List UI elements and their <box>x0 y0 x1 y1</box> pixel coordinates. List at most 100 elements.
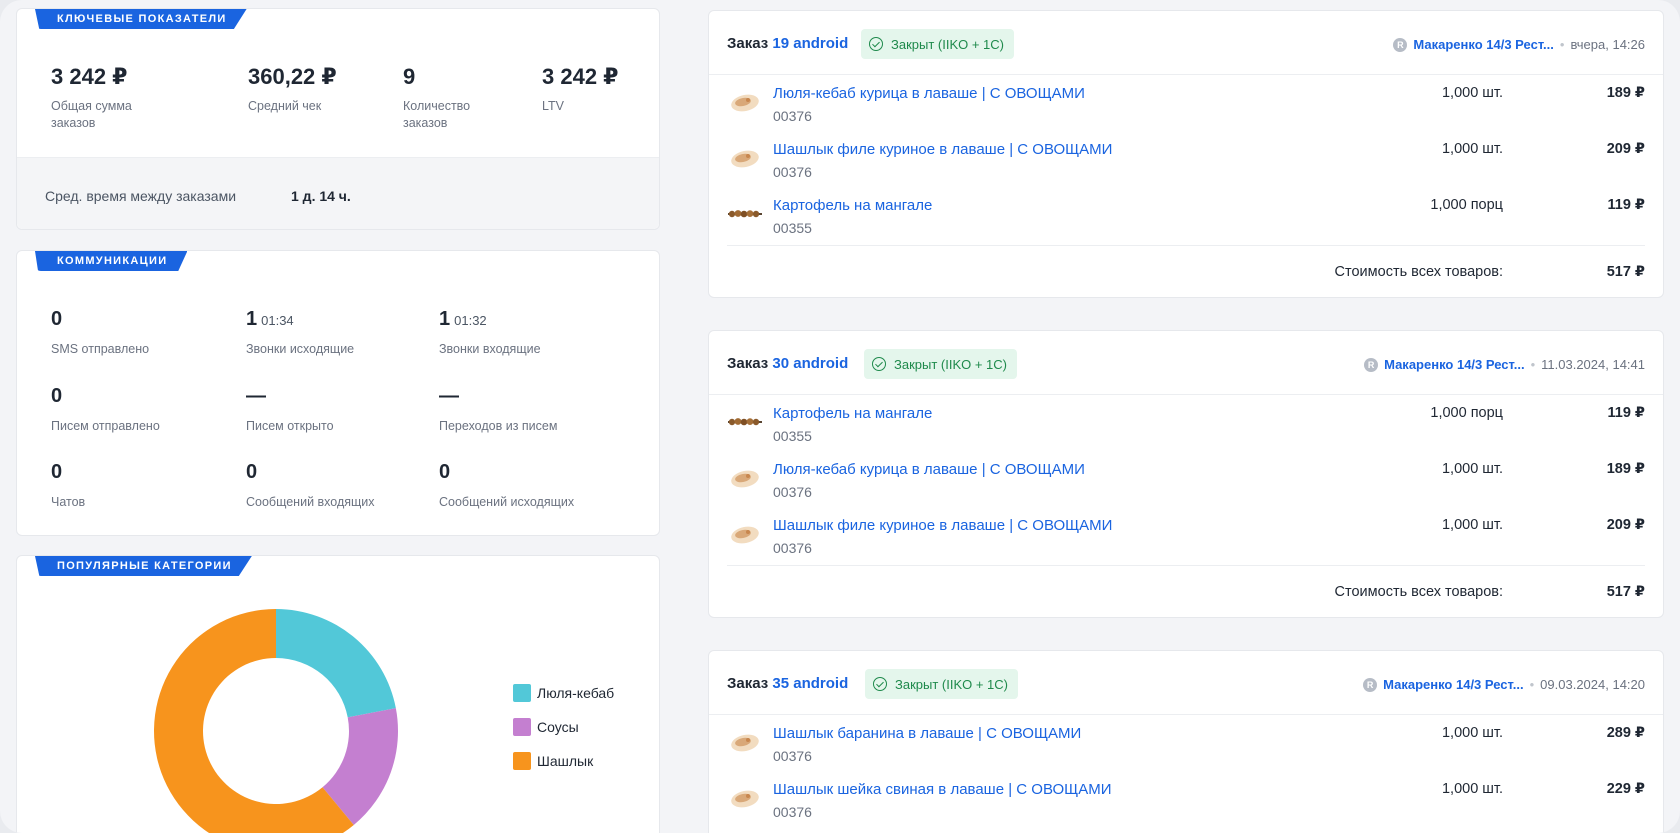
check-circle-icon <box>869 37 883 51</box>
comm-duration: 01:32 <box>454 313 487 328</box>
comm-main-value: 0 <box>51 385 63 407</box>
order-number-link[interactable]: 19 android <box>772 35 848 52</box>
order-card: Заказ 19 android Закрыт (IIKO + 1C) R Макар… <box>708 10 1664 298</box>
comm-value: — <box>246 385 334 409</box>
order-header: Заказ 19 android Закрыт (IIKO + 1C) R Макар… <box>709 11 1663 75</box>
comm-value: 1 01:34 <box>246 308 354 332</box>
kpi-label: Количество заказов <box>403 99 471 130</box>
comm-main-value: 0 <box>439 461 451 483</box>
restaurant-link[interactable]: Макаренко 14/3 Рест... <box>1383 677 1523 692</box>
item-price: 229 ₽ <box>1606 781 1645 797</box>
item-name-link[interactable]: Люля-кебаб курица в лаваше | С ОВОЩАМИ <box>773 461 1085 478</box>
comm-label: Писем отправлено <box>51 419 160 433</box>
order-card: Заказ 30 android Закрыт (IIKO + 1C) R Макар… <box>708 330 1664 618</box>
order-total-value: 517 ₽ <box>1606 264 1645 280</box>
legend-label: Соусы <box>537 719 579 735</box>
comm-value: 1 01:32 <box>439 308 541 332</box>
kpi-value: 3 242 ₽ <box>542 64 619 89</box>
avg-time-label: Сред. время между заказами <box>45 188 237 204</box>
order-title-prefix: Заказ <box>727 675 769 692</box>
item-name-link[interactable]: Шашлык баранина в лаваше | С ОВОЩАМИ <box>773 725 1081 742</box>
comm-duration: 01:34 <box>261 313 294 328</box>
legend-label: Шашлык <box>537 753 594 769</box>
order-item-row: Шашлык баранина в лаваше | С ОВОЩАМИ 0037… <box>727 715 1645 771</box>
donut-slice-0[interactable] <box>276 609 396 718</box>
item-quantity: 1,000 шт. <box>1441 725 1503 741</box>
categories-donut-chart <box>154 609 398 833</box>
item-code: 00376 <box>773 164 812 180</box>
item-price: 119 ₽ <box>1607 405 1645 421</box>
item-code: 00355 <box>773 428 812 444</box>
comm-value: 0 <box>51 385 160 409</box>
comm-label: Чатов <box>51 495 86 509</box>
popular-categories-card: ПОПУЛЯРНЫЕ КАТЕГОРИИ Люля-кебаб Соусы Шашл… <box>16 555 660 833</box>
legend-item[interactable]: Люля-кебаб <box>513 683 614 703</box>
potato-thumbnail-icon <box>728 210 762 218</box>
kebab-thumbnail-icon <box>731 790 759 808</box>
legend-swatch <box>513 718 531 736</box>
restaurant-icon: R <box>1393 37 1408 52</box>
order-title-prefix: Заказ <box>727 35 769 52</box>
key-metrics-card: КЛЮЧЕВЫЕ ПОКАЗАТЕЛИ 3 242 ₽ Общая сумма … <box>16 8 660 230</box>
item-quantity: 1,000 порц <box>1430 197 1503 213</box>
order-total-label: Стоимость всех товаров: <box>1334 264 1503 280</box>
kebab-thumbnail-icon <box>731 734 759 752</box>
kpi-label: Общая сумма заказов <box>51 99 132 130</box>
legend-item[interactable]: Соусы <box>513 717 579 737</box>
comm-value: 0 <box>51 461 85 485</box>
comm-metric: 0 Чатов <box>51 461 85 509</box>
order-item-row: Шашлык шейка свиная в лаваше | С ОВОЩАМИ… <box>727 771 1645 827</box>
check-circle-icon <box>872 357 886 371</box>
item-quantity: 1,000 шт. <box>1441 141 1503 157</box>
order-item-row: Шашлык филе куриное в лаваше | С ОВОЩАМИ… <box>727 507 1645 563</box>
item-name-link[interactable]: Шашлык филе куриное в лаваше | С ОВОЩАМИ <box>773 517 1112 534</box>
order-title-prefix: Заказ <box>727 355 769 372</box>
legend-item[interactable]: Шашлык <box>513 751 593 771</box>
order-status-text: Закрыт (IIKO + 1C) <box>895 676 1009 692</box>
comm-value: 0 <box>439 461 574 485</box>
order-meta: R Макаренко 14/3 Рест... • вчера, 14:26 <box>1393 37 1645 52</box>
order-item-row: Шашлык филе куриное в лаваше | С ОВОЩАМИ… <box>727 131 1645 187</box>
avg-time-row: Сред. время между заказами 1 д. 14 ч. <box>17 157 659 229</box>
communications-tag: КОММУНИКАЦИИ <box>35 251 188 271</box>
key-metrics-tag: КЛЮЧЕВЫЕ ПОКАЗАТЕЛИ <box>35 9 247 29</box>
separator-dot-icon: • <box>1529 677 1535 692</box>
order-status-badge: Закрыт (IIKO + 1C) <box>861 29 1015 59</box>
item-code: 00376 <box>773 540 812 556</box>
kpi-value: 360,22 ₽ <box>248 64 337 89</box>
restaurant-link[interactable]: Макаренко 14/3 Рест... <box>1384 357 1524 372</box>
item-name-link[interactable]: Шашлык шейка свиная в лаваше | С ОВОЩАМИ <box>773 781 1111 798</box>
communications-card: КОММУНИКАЦИИ 0 SMS отправлено 1 01:34 Звонки… <box>16 250 660 536</box>
restaurant-link[interactable]: Макаренко 14/3 Рест... <box>1413 37 1553 52</box>
item-code: 00376 <box>773 484 812 500</box>
app-frame: КЛЮЧЕВЫЕ ПОКАЗАТЕЛИ 3 242 ₽ Общая сумма … <box>0 0 1680 833</box>
kebab-thumbnail-icon <box>731 150 759 168</box>
item-quantity: 1,000 порц <box>1430 405 1503 421</box>
order-number-link[interactable]: 30 android <box>772 355 848 372</box>
order-status-badge: Закрыт (IIKO + 1C) <box>865 669 1019 699</box>
item-name-link[interactable]: Люля-кебаб курица в лаваше | С ОВОЩАМИ <box>773 85 1085 102</box>
orders-column: Заказ 19 android Закрыт (IIKO + 1C) R Макар… <box>708 0 1664 833</box>
comm-label: Писем открыто <box>246 419 334 433</box>
order-number-link[interactable]: 35 android <box>772 675 848 692</box>
item-name-link[interactable]: Картофель на мангале <box>773 197 932 214</box>
comm-label: Сообщений исходящих <box>439 495 575 509</box>
item-quantity: 1,000 шт. <box>1441 781 1503 797</box>
order-item-row: Люля-кебаб курица в лаваше | С ОВОЩАМИ 00… <box>727 451 1645 507</box>
comm-label: Звонки входящие <box>439 342 541 356</box>
kpi-ltv: 3 242 ₽ LTV <box>542 64 652 115</box>
comm-main-value: 1 <box>246 308 258 330</box>
order-title: Заказ 19 android <box>727 35 848 52</box>
separator-dot-icon: • <box>1559 37 1565 52</box>
order-header: Заказ 30 android Закрыт (IIKO + 1C) R Макар… <box>709 331 1663 395</box>
item-name-link[interactable]: Картофель на мангале <box>773 405 932 422</box>
order-date: вчера, 14:26 <box>1570 37 1645 52</box>
kebab-thumbnail-icon <box>731 526 759 544</box>
legend-swatch <box>513 752 531 770</box>
comm-metric: 0 SMS отправлено <box>51 308 149 356</box>
comm-label: Переходов из писем <box>439 419 558 433</box>
kpi-label: LTV <box>542 99 564 113</box>
comm-main-value: 0 <box>246 461 258 483</box>
item-name-link[interactable]: Шашлык филе куриное в лаваше | С ОВОЩАМИ <box>773 141 1112 158</box>
order-status-text: Закрыт (IIKO + 1C) <box>894 356 1008 372</box>
